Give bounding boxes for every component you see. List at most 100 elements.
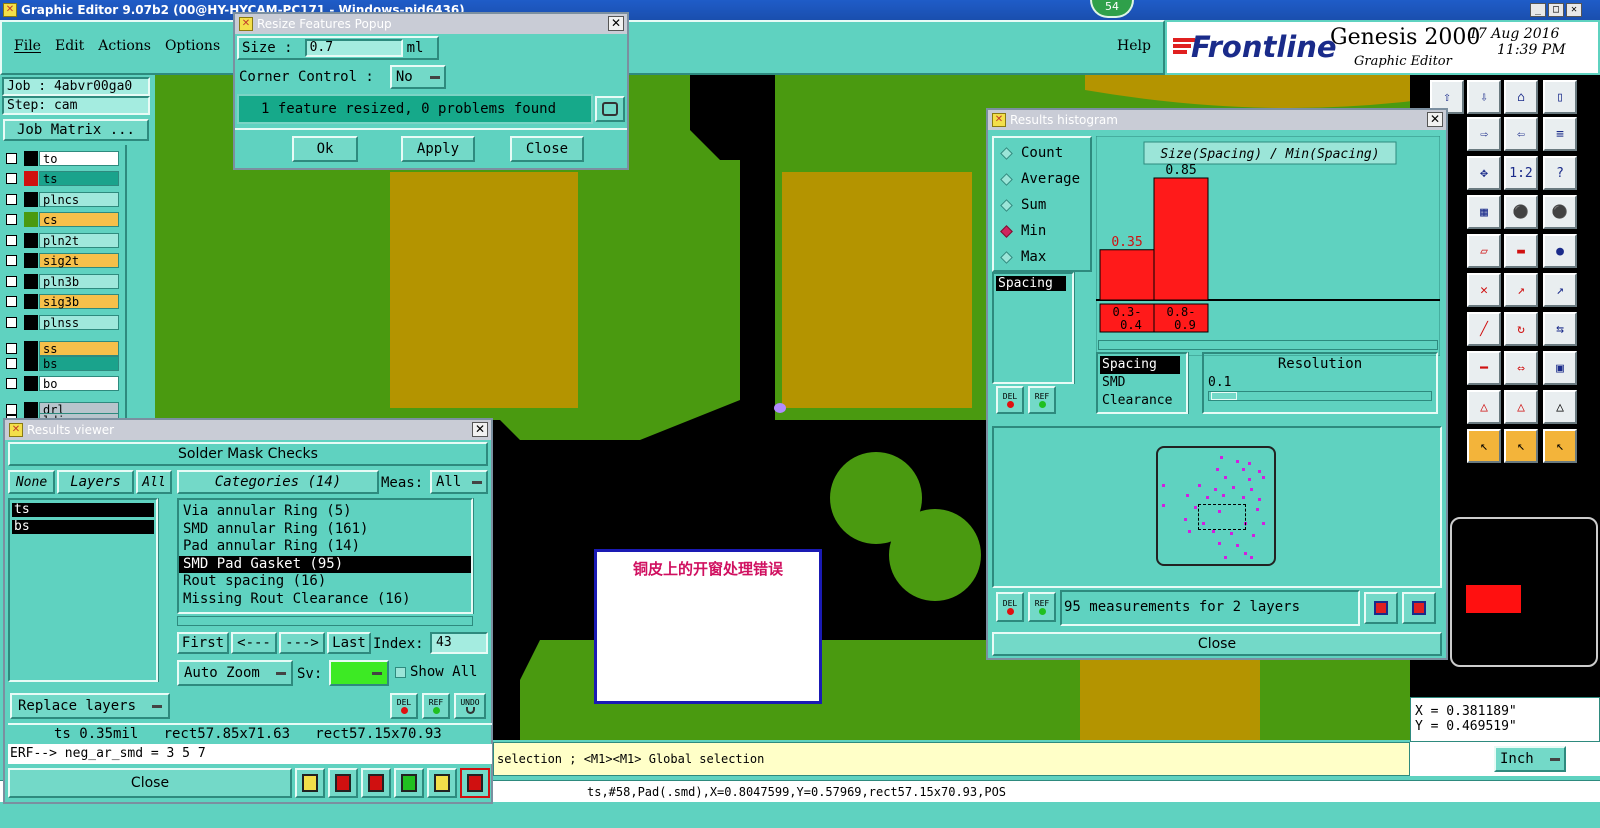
results-viewer-close-button[interactable]: Close [8,768,292,798]
histo-del-button[interactable]: DEL [996,386,1024,414]
layer-row-sig3b[interactable]: sig3b [6,293,119,310]
add-line-icon[interactable]: ↗ [1504,273,1538,307]
layer-row-to[interactable]: to [6,150,119,167]
rotate-icon[interactable]: ↻ [1504,312,1538,346]
show-all-checkbox[interactable] [395,666,406,678]
resolution-slider[interactable] [1208,391,1432,401]
category-item[interactable]: Rout spacing (16) [179,573,471,591]
pad-icon[interactable]: ● [1543,234,1577,268]
resize-ok-button[interactable]: Ok [292,136,358,162]
grid-icon[interactable]: ▦ [1467,195,1501,229]
toolbar-icon-a4[interactable]: ▯ [1543,80,1577,114]
category-item[interactable]: SMD annular Ring (161) [179,521,471,539]
layer-list-scrollbar[interactable] [158,498,172,682]
snap-icon[interactable]: ⚫ [1504,195,1538,229]
category-list-scrollbar[interactable] [473,498,488,614]
layer-row-bo[interactable]: bo [6,375,119,392]
layer-checkbox[interactable] [6,317,17,328]
layer-checkbox[interactable] [6,235,17,246]
next-button[interactable]: ---> [279,632,325,654]
replace-layers-dropdown[interactable]: Replace layers [10,693,170,719]
result-layer-item[interactable]: bs [12,520,154,534]
ruler-icon[interactable]: ▬ [1504,234,1538,268]
add-arc-icon[interactable]: ↗ [1543,273,1577,307]
layer-checkbox[interactable] [6,194,17,205]
field-list-scrollbar[interactable] [1074,272,1088,384]
menu-edit[interactable]: Edit [55,38,84,54]
select-multi-icon[interactable]: ▣ [1543,351,1577,385]
close-window-button[interactable]: ✕ [1566,3,1582,17]
category-item[interactable]: SMD Pad Gasket (95) [179,555,471,573]
measure-item[interactable]: Clearance [1100,392,1184,410]
zoom-icon-button[interactable] [1402,592,1436,624]
report-icon[interactable] [328,768,358,798]
mode-radio-min[interactable]: Min [994,218,1090,244]
toolbar-icon-b2[interactable]: ⇦ [1504,117,1538,151]
resize-popup-close-icon[interactable]: ✕ [608,16,624,31]
layers-button[interactable]: Layers [57,470,134,494]
export-icon-button[interactable] [1364,592,1398,624]
all-layers-button[interactable]: All [136,470,172,494]
del-icon-button[interactable]: DEL [390,693,418,719]
layer-row-plnss[interactable]: plnss [6,314,119,331]
layer-row-bs[interactable]: bs [6,355,119,372]
help-icon[interactable]: ? [1543,156,1577,190]
erase-icon[interactable] [361,768,391,798]
auto-zoom-dropdown[interactable]: Auto Zoom [177,660,293,686]
field-item[interactable]: Spacing [996,276,1066,291]
slider-thumb[interactable] [1211,392,1237,400]
layer-scrollbar[interactable] [125,145,151,420]
last-button[interactable]: Last [327,632,371,654]
measure-item[interactable]: Spacing [1100,356,1180,374]
result-layer-item[interactable]: ts [12,503,154,517]
overview-ref-button[interactable]: REF [1028,592,1056,622]
category-item[interactable]: Missing Rout Clearance (16) [179,591,471,609]
layer-checkbox[interactable] [6,378,17,389]
histogram-close-button[interactable]: Close [992,632,1442,656]
line-icon[interactable]: ╱ [1467,312,1501,346]
cursor-icon[interactable]: ↖ [1467,429,1501,463]
scale-icon[interactable]: 1:2 [1504,156,1538,190]
histo-ref-button[interactable]: REF [1028,386,1056,414]
mode-radio-average[interactable]: Average [994,166,1090,192]
bookmark-icon[interactable] [295,768,325,798]
arrow-c-icon[interactable]: △ [1543,390,1577,424]
measure-box-icon[interactable]: ⇔ [1504,351,1538,385]
layer-row-sig2t[interactable]: sig2t [6,252,119,269]
layer-checkbox[interactable] [6,153,17,164]
mode-radio-max[interactable]: Max [994,244,1090,270]
toolbar-icon-b3[interactable]: ≡ [1543,117,1577,151]
histogram-icon[interactable] [460,768,490,798]
size-input[interactable]: 0.7 [304,39,403,57]
mirror-icon[interactable]: ⇆ [1543,312,1577,346]
maximize-button[interactable]: □ [1548,3,1564,17]
units-dropdown[interactable]: Inch [1494,746,1566,772]
layer-row-pln3b[interactable]: pln3b [6,273,119,290]
measure-list-scrollbar[interactable] [1188,352,1200,414]
category-hscrollbar[interactable] [177,616,473,626]
index-input[interactable]: 43 [430,632,488,654]
layer-row-ts[interactable]: ts [6,170,119,187]
toolbar-icon-a3[interactable]: ⌂ [1504,80,1538,114]
mode-radio-sum[interactable]: Sum [994,192,1090,218]
layer-checkbox[interactable] [6,214,17,225]
layer-checkbox[interactable] [6,343,17,354]
resize-report-icon-button[interactable] [595,96,625,122]
minimize-button[interactable]: _ [1530,3,1546,17]
first-button[interactable]: First [177,632,229,654]
prev-button[interactable]: <--- [231,632,277,654]
cursor-net-icon[interactable]: ↖ [1543,429,1577,463]
pan-icon[interactable]: ✥ [1467,156,1501,190]
layer-checkbox[interactable] [6,276,17,287]
arrow-a-icon[interactable]: △ [1467,390,1501,424]
undo-icon-button[interactable]: UNDO [454,693,486,719]
toolbar-icon-a2[interactable]: ⇩ [1467,80,1501,114]
layer-checkbox[interactable] [6,255,17,266]
toolbar-icon-b1[interactable]: ⇨ [1467,117,1501,151]
layer-row-cs[interactable]: cs [6,211,119,228]
layer-checkbox[interactable] [6,173,17,184]
layer-row-plncs[interactable]: plncs [6,191,119,208]
mode-radio-count[interactable]: Count [994,140,1090,166]
overview-del-button[interactable]: DEL [996,592,1024,622]
menu-help[interactable]: Help [1117,38,1151,54]
